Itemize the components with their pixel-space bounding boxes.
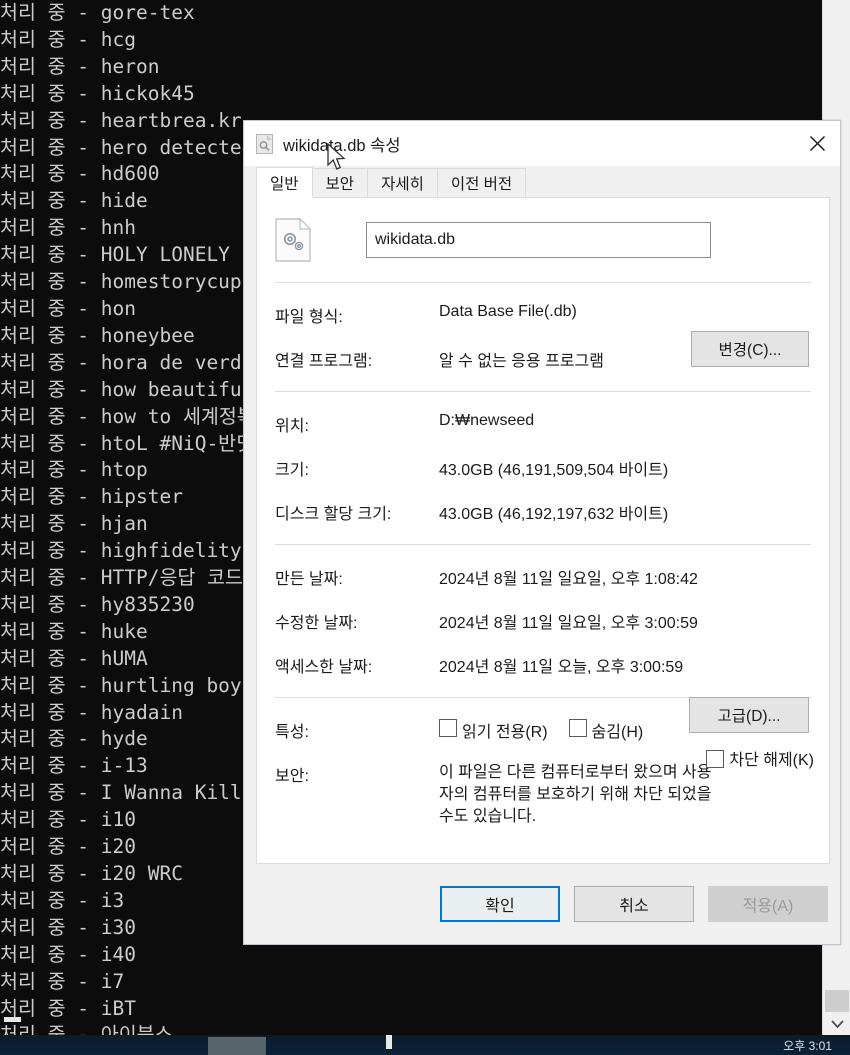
dialog-tabstrip[interactable]: 일반 보안 자세히 이전 버전 <box>244 166 840 198</box>
disk-size-label: 디스크 할당 크기: <box>275 506 392 523</box>
filename-input[interactable] <box>366 222 711 258</box>
hidden-label[interactable]: 숨김(H) <box>592 718 644 742</box>
dialog-title: wikidata.db 속성 <box>283 136 401 155</box>
security-description: 이 파일은 다른 컴퓨터로부터 왔으며 사용자의 컴퓨터를 보호하기 위해 차단… <box>439 764 712 825</box>
unblock-checkbox[interactable] <box>706 749 725 768</box>
row-location: 위치: D:₩newseed <box>275 412 811 436</box>
dialog-titlebar[interactable]: wikidata.db 속성 <box>244 121 840 166</box>
terminal-caret <box>4 1017 21 1022</box>
taskbar[interactable]: 오후 3:01 <box>0 1035 850 1055</box>
row-created: 만든 날짜: 2024년 8월 11일 일요일, 오후 1:08:42 <box>275 565 811 589</box>
terminal-line: 처리 중 - gore-tex <box>0 1 195 24</box>
unblock-row: 차단 해제(K) <box>706 746 814 770</box>
tab-2[interactable]: 자세히 <box>367 168 438 197</box>
tab-1[interactable]: 보안 <box>311 168 369 197</box>
size-label: 크기: <box>275 462 309 479</box>
tab-3[interactable]: 이전 버전 <box>436 168 527 197</box>
size-fields: 위치: D:₩newseed 크기: 43.0GB (46,191,509,50… <box>257 412 829 524</box>
advanced-button[interactable]: 고급(D)... <box>689 697 809 733</box>
created-value: 2024년 8월 11일 일요일, 오후 1:08:42 <box>439 571 698 588</box>
opens-with-label: 연결 프로그램: <box>275 353 373 370</box>
security-description-wrap: 이 파일은 다른 컴퓨터로부터 왔으며 사용자의 컴퓨터를 보호하기 위해 차단… <box>439 762 811 828</box>
created-label: 만든 날짜: <box>275 571 343 588</box>
taskbar-clock[interactable]: 오후 3:01 <box>783 1037 832 1054</box>
terminal-line: 처리 중 - iBT <box>0 996 136 1020</box>
terminal-line: 처리 중 - heron <box>0 54 160 78</box>
file-header-row <box>257 198 829 262</box>
chevron-down-icon[interactable] <box>823 1013 850 1035</box>
row-security: 보안: 이 파일은 다른 컴퓨터로부터 왔으며 사용자의 컴퓨터를 보호하기 위… <box>275 762 811 828</box>
filetype-label: 파일 형식: <box>275 309 343 326</box>
divider-2 <box>275 391 811 392</box>
taskbar-button-2[interactable] <box>386 1035 392 1049</box>
file-document-icon <box>256 133 273 154</box>
size-value: 43.0GB (46,191,509,504 바이트) <box>439 462 669 479</box>
readonly-label[interactable]: 읽기 전용(R) <box>462 718 548 742</box>
general-tab-page: 파일 형식: Data Base File(.db) 연결 프로그램: 알 수 … <box>256 197 830 864</box>
tab-0[interactable]: 일반 <box>256 167 313 198</box>
divider-1 <box>275 282 811 283</box>
row-size: 크기: 43.0GB (46,191,509,504 바이트) <box>275 456 811 480</box>
date-fields: 만든 날짜: 2024년 8월 11일 일요일, 오후 1:08:42 수정한 … <box>257 565 829 677</box>
divider-3 <box>275 544 811 545</box>
close-glyph <box>809 135 825 152</box>
disk-size-value: 43.0GB (46,192,197,632 바이트) <box>439 506 669 523</box>
location-value: D:₩newseed <box>439 412 535 429</box>
filetype-value: Data Base File(.db) <box>439 303 577 320</box>
scrollbar-thumb[interactable] <box>825 990 849 1012</box>
taskbar-button-1[interactable] <box>208 1037 266 1055</box>
terminal-line: 처리 중 - i40 <box>0 942 136 966</box>
row-accessed: 액세스한 날짜: 2024년 8월 11일 오늘, 오후 3:00:59 <box>275 653 811 677</box>
ok-button[interactable]: 확인 <box>440 886 560 922</box>
modified-value: 2024년 8월 11일 일요일, 오후 3:00:59 <box>439 615 698 632</box>
accessed-label: 액세스한 날짜: <box>275 659 373 676</box>
file-gear-icon <box>275 217 312 262</box>
close-icon[interactable] <box>794 121 840 166</box>
file-properties-dialog: wikidata.db 속성 일반 보안 자세히 이전 버전 wikidata.… <box>243 120 841 945</box>
row-modified: 수정한 날짜: 2024년 8월 11일 일요일, 오후 3:00:59 <box>275 609 811 633</box>
accessed-value: 2024년 8월 11일 오늘, 오후 3:00:59 <box>439 659 684 676</box>
attributes-label: 특성: <box>275 724 309 741</box>
desktop-screen: 처리 중 - gore-tex 처리 중 - hcg 처리 중 - heron 처리 … <box>0 0 850 1055</box>
modified-label: 수정한 날짜: <box>275 615 358 632</box>
row-filetype: 파일 형식: Data Base File(.db) <box>275 303 811 327</box>
file-gear-glyph <box>275 217 312 262</box>
change-program-button[interactable]: 변경(C)... <box>691 331 809 367</box>
terminal-line: 처리 중 - hickok45 <box>0 81 195 105</box>
dialog-button-bar: 확인 취소 적용(A) <box>244 864 842 944</box>
security-label: 보안: <box>275 768 309 785</box>
attribute-fields: 특성: 읽기 전용(R) 숨김(H) 보안: 이 파일은 다른 컴퓨터로부터 왔… <box>257 718 829 828</box>
terminal-line: 처리 중 - i7 <box>0 969 125 993</box>
apply-button: 적용(A) <box>708 886 828 922</box>
row-disk-size: 디스크 할당 크기: 43.0GB (46,192,197,632 바이트) <box>275 500 811 524</box>
hidden-checkbox[interactable] <box>568 719 587 737</box>
cancel-button[interactable]: 취소 <box>574 886 694 922</box>
file-document-glyph <box>256 133 273 154</box>
terminal-line: 처리 중 - hcg <box>0 27 136 51</box>
readonly-checkbox[interactable] <box>439 719 457 737</box>
location-label: 위치: <box>275 418 309 435</box>
unblock-label[interactable]: 차단 해제(K) <box>729 746 814 770</box>
chevron-down-glyph <box>830 1019 844 1028</box>
terminal-line: 처리 중 - 아이북스 <box>0 1023 173 1035</box>
